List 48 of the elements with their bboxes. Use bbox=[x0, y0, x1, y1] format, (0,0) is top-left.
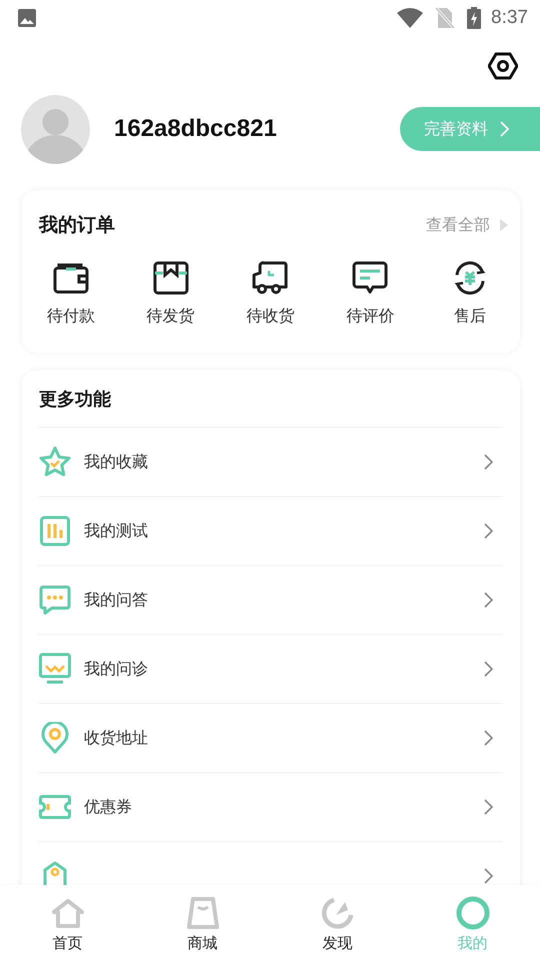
coupon-icon bbox=[39, 795, 71, 819]
menu-item[interactable]: 我的测试 bbox=[38, 496, 503, 565]
compass-icon bbox=[322, 897, 354, 929]
home-icon bbox=[50, 898, 84, 928]
monitor-icon bbox=[39, 653, 71, 685]
tab[interactable]: 发现 bbox=[270, 885, 405, 960]
chevron-right-icon bbox=[484, 868, 493, 884]
chevron-right-icon bbox=[484, 730, 493, 746]
package-icon bbox=[152, 261, 189, 295]
truck-icon bbox=[252, 261, 288, 295]
image-icon bbox=[17, 8, 37, 28]
section-title: 更多功能 bbox=[38, 388, 111, 410]
order-status-button[interactable]: 待发货 bbox=[120, 260, 221, 327]
no-sim-icon bbox=[435, 6, 456, 28]
tab[interactable]: 商城 bbox=[135, 885, 270, 960]
chevron-right-icon bbox=[484, 799, 493, 815]
chevron-right-icon bbox=[484, 661, 493, 677]
avatar bbox=[21, 94, 90, 164]
bar-chart-icon bbox=[40, 516, 70, 546]
menu-item[interactable]: 优惠券 bbox=[38, 772, 503, 841]
menu-item[interactable]: 我的收藏 bbox=[38, 427, 503, 496]
chevron-right-icon bbox=[484, 592, 493, 608]
order-status-button[interactable]: 待评价 bbox=[320, 260, 420, 327]
refund-icon bbox=[453, 261, 488, 295]
triangle-right-icon bbox=[500, 219, 508, 231]
wifi-icon bbox=[397, 8, 424, 28]
chevron-right-icon bbox=[500, 121, 509, 137]
order-status-button[interactable]: 售后 bbox=[420, 260, 520, 327]
menu-item[interactable]: 我的问答 bbox=[38, 565, 503, 634]
menu-item[interactable]: 收货地址 bbox=[38, 703, 503, 772]
order-status-button[interactable]: 待付款 bbox=[21, 260, 121, 327]
comment-icon bbox=[352, 261, 388, 295]
chevron-right-icon bbox=[484, 454, 493, 470]
star-icon bbox=[39, 446, 71, 478]
settings-icon[interactable] bbox=[488, 51, 518, 81]
section-title: 我的订单 bbox=[39, 213, 116, 238]
chat-bubble-icon bbox=[39, 585, 71, 615]
clock: 8:37 bbox=[491, 6, 528, 28]
wallet-icon bbox=[52, 262, 89, 294]
tab[interactable]: 首页 bbox=[0, 885, 135, 960]
location-pin-icon bbox=[41, 722, 69, 754]
shopping-bag-icon bbox=[186, 897, 218, 929]
menu-item[interactable]: 我的问诊 bbox=[38, 634, 503, 703]
battery-charging-icon bbox=[467, 6, 482, 28]
order-status-button[interactable]: 待收货 bbox=[220, 260, 320, 327]
username: 162a8dbcc821 bbox=[114, 115, 278, 143]
profile-circle-icon bbox=[456, 896, 490, 930]
chevron-right-icon bbox=[484, 523, 493, 539]
